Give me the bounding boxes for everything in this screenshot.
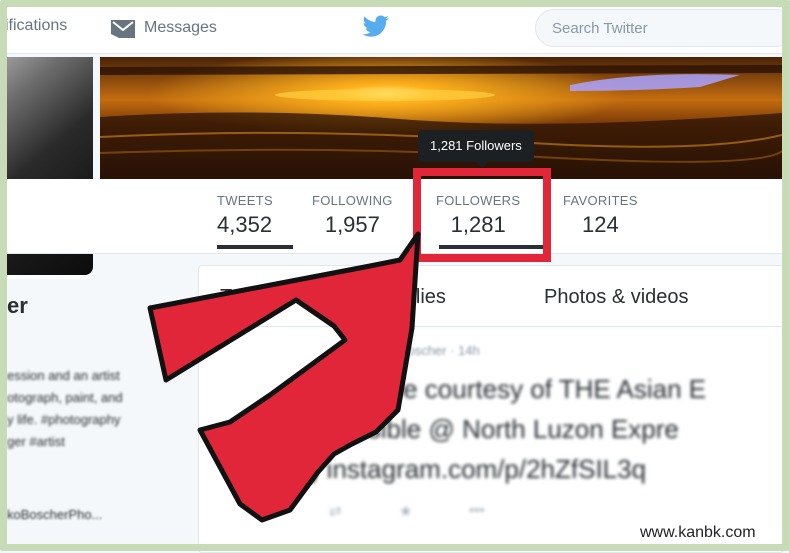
- retweet-icon[interactable]: ⇄: [329, 502, 342, 520]
- tweet-actions: ↩ ⇄ ★ •••: [259, 502, 559, 522]
- timeline-panel: Tw ts & replies Photos & videos @jorrkos…: [198, 265, 784, 553]
- followers-tooltip: 1,281 Followers: [418, 130, 534, 168]
- bio-line: ger #artist: [7, 434, 65, 449]
- stat-following[interactable]: FOLLOWING 1,957: [312, 193, 393, 238]
- bio-line: otograph, paint, and: [7, 390, 123, 405]
- tweet-line: (LEX) instagram.com/p/2hZfSIL3q: [253, 454, 647, 484]
- profile-name: er: [7, 293, 28, 318]
- nav-messages[interactable]: Messages: [110, 17, 217, 39]
- tweet-line: ome courtesy of THE Asian E: [367, 374, 707, 404]
- stat-favorites[interactable]: FAVORITES 124: [563, 193, 638, 238]
- tab-photos-videos[interactable]: Photos & videos: [544, 286, 689, 309]
- tweet-line: visible @ North Luzon Expre: [349, 414, 679, 444]
- nav-notifications[interactable]: ifications: [5, 17, 67, 35]
- watermark-text: www.kanbk.com: [640, 524, 756, 541]
- profile-bio: ession and an artist otograph, paint, an…: [7, 365, 167, 453]
- twitter-bird-icon[interactable]: [362, 15, 390, 39]
- tab-tweets[interactable]: Tw: [220, 286, 246, 309]
- search-input[interactable]: [550, 19, 774, 38]
- tab-tweets-replies[interactable]: ts & replies: [347, 286, 446, 309]
- active-tab-underline: [217, 245, 293, 249]
- stat-favorites-label: FAVORITES: [563, 193, 638, 208]
- more-icon[interactable]: •••: [469, 502, 485, 519]
- profile-card: er ession and an artist otograph, paint,…: [7, 285, 192, 545]
- stat-tweets-label: TWEETS: [217, 193, 273, 208]
- envelope-icon: [111, 20, 135, 38]
- nav-messages-label: Messages: [144, 19, 217, 36]
- stat-following-label: FOLLOWING: [312, 193, 393, 208]
- followers-highlight-box: [413, 168, 551, 262]
- stat-tweets[interactable]: TWEETS 4,352: [217, 193, 273, 238]
- reply-icon[interactable]: ↩: [259, 502, 272, 520]
- profile-website-link[interactable]: koBoscherPho...: [7, 507, 102, 522]
- tweet-meta: @jorrkoscher · 14h: [369, 343, 480, 358]
- bio-line: y life. #photography: [7, 412, 121, 427]
- profile-stats-bar: TWEETS 4,352 FOLLOWING 1,957 FOLLOWERS 1…: [7, 179, 788, 403]
- tweet-text: ome courtesy of THE Asian E visible @ No…: [249, 369, 789, 489]
- stat-tweets-value: 4,352: [217, 212, 273, 237]
- stat-favorites-value: 124: [581, 212, 619, 237]
- search-box[interactable]: [535, 9, 789, 47]
- timeline-tabs: Tw ts & replies Photos & videos: [199, 266, 783, 327]
- top-navigation-bar: ifications Messages: [5, 7, 789, 54]
- stat-following-value: 1,957: [324, 212, 380, 237]
- bio-line: ession and an artist: [7, 368, 120, 383]
- favorite-icon[interactable]: ★: [399, 502, 412, 520]
- nav-notifications-label: ifications: [5, 17, 68, 34]
